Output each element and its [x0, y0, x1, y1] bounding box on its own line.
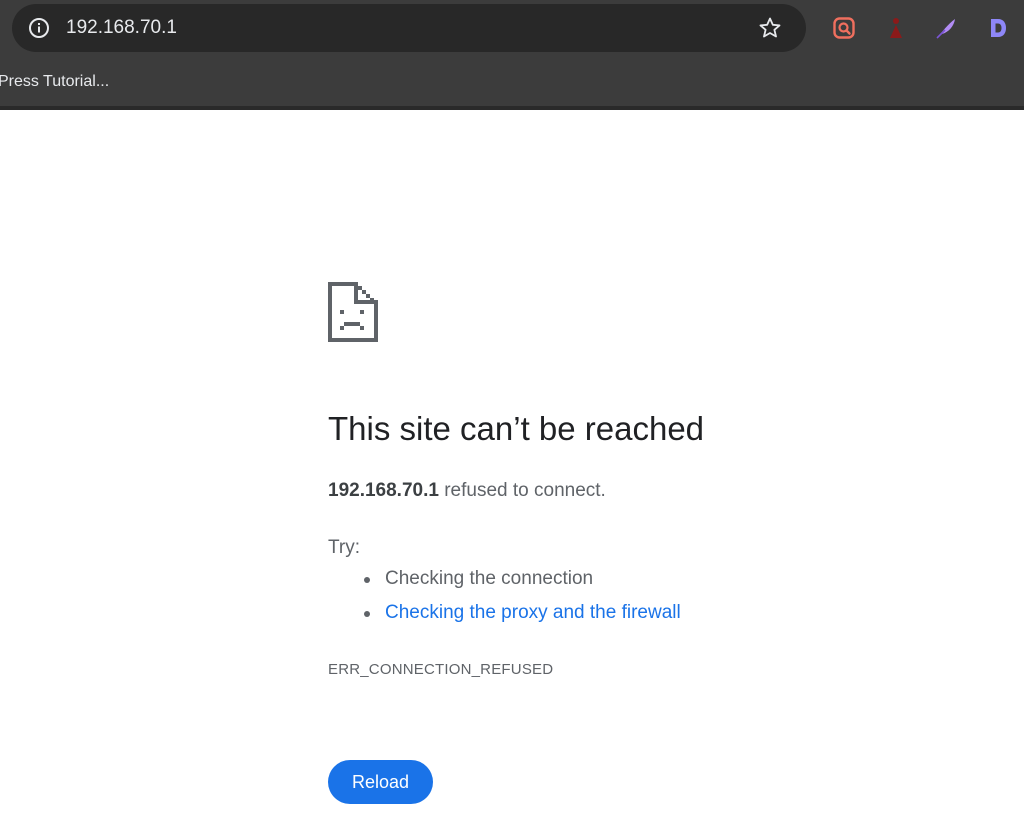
error-code: ERR_CONNECTION_REFUSED [328, 661, 554, 678]
reload-button[interactable]: Reload [328, 760, 433, 804]
error-title: This site can’t be reached [328, 410, 705, 447]
bookmarks-bar: Press Tutorial... [0, 62, 1024, 110]
browser-toolbar: 192.168.70.1 [0, 0, 1024, 62]
error-message: refused to connect. [438, 480, 606, 501]
suggestions-list: Checking the connection Checking the pro… [328, 566, 681, 634]
d-extension-icon[interactable] [986, 16, 1010, 40]
person-extension-icon[interactable] [884, 16, 908, 40]
suggestion-item: Checking the connection [328, 566, 681, 592]
bullet-icon [364, 577, 370, 583]
try-label: Try: [328, 537, 361, 558]
url-text[interactable]: 192.168.70.1 [66, 16, 177, 40]
browser-chrome: 192.168.70.1 Press Tutorial... [0, 0, 1024, 110]
error-host: 192.168.70.1 [328, 480, 439, 501]
address-bar[interactable]: 192.168.70.1 [12, 4, 806, 52]
suggestion-item: Checking the proxy and the firewall [328, 600, 681, 626]
bookmark-star-icon[interactable] [758, 16, 782, 40]
proxy-firewall-link[interactable]: Checking the proxy and the firewall [385, 602, 681, 623]
error-description: 192.168.70.1 refused to connect. [328, 478, 606, 504]
sad-document-icon [326, 280, 380, 344]
bullet-icon [364, 611, 370, 617]
screen-search-extension-icon[interactable] [832, 16, 856, 40]
suggestion-text: Checking the connection [385, 568, 594, 589]
info-icon[interactable] [26, 15, 52, 41]
feather-extension-icon[interactable] [934, 16, 958, 40]
bookmark-item[interactable]: Press Tutorial... [0, 71, 109, 93]
error-page: This site can’t be reached 192.168.70.1 … [0, 110, 1024, 826]
